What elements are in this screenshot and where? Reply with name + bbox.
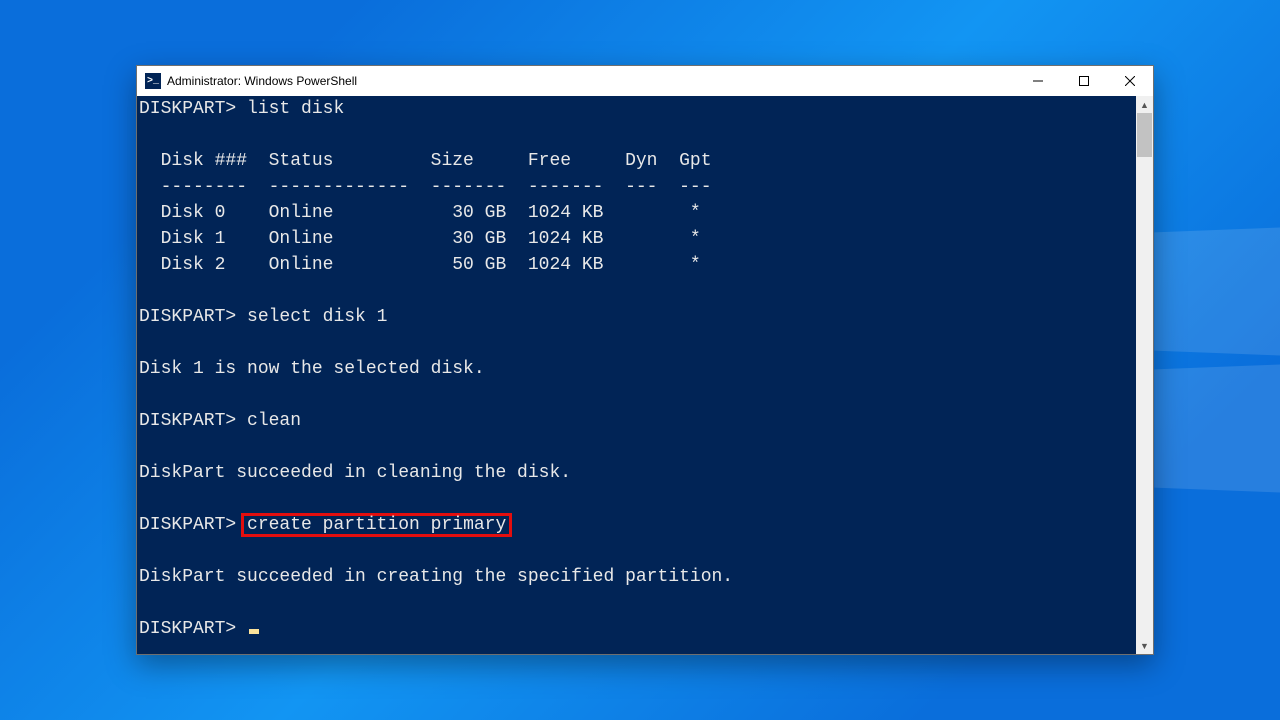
command-clean: clean	[247, 411, 301, 431]
prompt: DISKPART>	[139, 99, 236, 119]
vertical-scrollbar[interactable]: ▲ ▼	[1136, 96, 1153, 654]
prompt: DISKPART>	[139, 411, 236, 431]
window-title: Administrator: Windows PowerShell	[167, 74, 357, 88]
message-clean-success: DiskPart succeeded in cleaning the disk.	[139, 463, 571, 483]
disk-table-divider: -------- ------------- ------- ------- -…	[139, 177, 712, 197]
message-create-success: DiskPart succeeded in creating the speci…	[139, 567, 733, 587]
command-select-disk: select disk 1	[247, 307, 387, 327]
prompt: DISKPART>	[139, 307, 236, 327]
disk-row-1: Disk 1 Online 30 GB 1024 KB *	[139, 229, 701, 249]
prompt: DISKPART>	[139, 515, 236, 535]
close-button[interactable]	[1107, 66, 1153, 96]
titlebar[interactable]: >_ Administrator: Windows PowerShell	[137, 66, 1153, 96]
minimize-button[interactable]	[1015, 66, 1061, 96]
powershell-window: >_ Administrator: Windows PowerShell DIS…	[136, 65, 1154, 655]
prompt: DISKPART>	[139, 619, 236, 639]
scroll-up-icon[interactable]: ▲	[1136, 96, 1153, 113]
desktop-windows-logo	[1150, 230, 1280, 490]
scroll-thumb[interactable]	[1137, 113, 1152, 157]
disk-row-2: Disk 2 Online 50 GB 1024 KB *	[139, 255, 701, 275]
scroll-down-icon[interactable]: ▼	[1136, 637, 1153, 654]
command-create-partition-highlight: create partition primary	[243, 515, 510, 535]
text-cursor	[249, 629, 259, 634]
disk-row-0: Disk 0 Online 30 GB 1024 KB *	[139, 203, 701, 223]
message-disk-selected: Disk 1 is now the selected disk.	[139, 359, 485, 379]
disk-table-header: Disk ### Status Size Free Dyn Gpt	[139, 151, 712, 171]
command-list-disk: list disk	[247, 99, 344, 119]
maximize-button[interactable]	[1061, 66, 1107, 96]
powershell-icon: >_	[145, 73, 161, 89]
console-output[interactable]: DISKPART> list disk Disk ### Status Size…	[137, 96, 1136, 654]
